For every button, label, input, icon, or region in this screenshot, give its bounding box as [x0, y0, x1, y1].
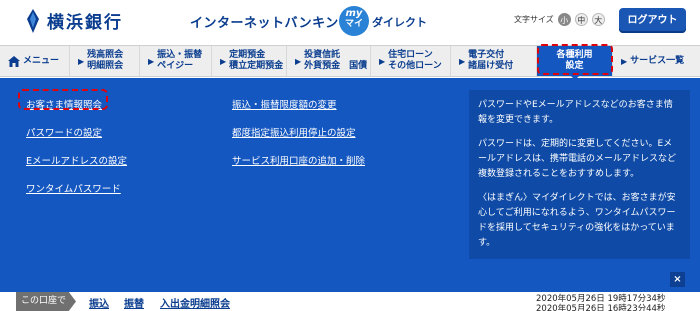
arrow-right-icon: ▶: [379, 56, 386, 66]
password-setting-link[interactable]: パスワードの設定: [26, 125, 127, 153]
account-action-bar: この口座で 振込 振替 入出金明細照会 2020年05月26日 19時17分34…: [0, 292, 700, 311]
customer-info-link[interactable]: お客さま情報照会: [26, 97, 127, 125]
nav-item-time-deposit[interactable]: ▶ 定期預金 積立定期預金: [212, 46, 287, 76]
timestamp: 2020年05月26日 16時23分44秒: [536, 304, 666, 311]
bank-logo[interactable]: 横浜銀行: [25, 8, 123, 33]
my-direct-badge: my マイ: [339, 6, 369, 36]
info-box: パスワードやEメールアドレスなどのお客さま情報を変更できます。 パスワードは、定…: [469, 90, 690, 259]
info-paragraph: 〈はまぎん〉マイダイレクトでは、お客さまが安心してご利用になれるよう、ワンタイム…: [478, 193, 676, 248]
font-size-small-button[interactable]: 小: [557, 13, 571, 26]
service-account-link[interactable]: サービス利用口座の追加・削除: [232, 153, 365, 181]
account-label: この口座で: [16, 292, 76, 311]
font-size-control: 文字サイズ 小 中 大: [514, 13, 605, 26]
email-setting-link[interactable]: Eメールアドレスの設定: [26, 153, 127, 181]
arrow-right-icon: ▶: [220, 56, 227, 66]
bank-logo-icon: [27, 8, 39, 33]
arrow-right-icon: ▶: [621, 56, 628, 66]
font-size-medium-button[interactable]: 中: [574, 13, 588, 26]
nav-item-balance[interactable]: ▶ 残高照会 明細照会: [70, 46, 140, 76]
transfer-limit-link[interactable]: 振込・振替限度額の変更: [232, 97, 365, 125]
info-paragraph: パスワードやEメールアドレスなどのお客さま情報を変更できます。: [478, 100, 673, 125]
settings-dropdown-panel: お客さま情報照会 パスワードの設定 Eメールアドレスの設定 ワンタイムパスワード…: [0, 78, 700, 292]
home-icon: [8, 55, 20, 67]
global-nav: メニュー ▶ 残高照会 明細照会 ▶ 振込・振替 ペイジー ▶ 定期預金 積立定期預金…: [0, 45, 700, 77]
nav-item-settings[interactable]: 各種利用 設定: [537, 46, 613, 76]
font-size-large-button[interactable]: 大: [591, 13, 605, 26]
transfer-link[interactable]: 振込: [89, 295, 109, 310]
service-name: インターネットバンキング: [190, 16, 353, 31]
nav-item-service-list[interactable]: ▶ サービス一覧: [613, 46, 700, 76]
logout-button[interactable]: ログアウト: [619, 8, 686, 33]
onetime-password-link[interactable]: ワンタイムパスワード: [26, 181, 127, 209]
arrow-right-icon: ▶: [295, 56, 302, 66]
close-panel-button[interactable]: ×: [670, 272, 685, 287]
nav-item-investment[interactable]: ▶ 投資信託 外貨預金 国債: [287, 46, 371, 76]
nav-item-transfer[interactable]: ▶ 振込・振替 ペイジー: [140, 46, 212, 76]
nav-item-e-delivery[interactable]: ▶ 電子交付 諸届け受付: [451, 46, 537, 76]
transfer-stop-link[interactable]: 都度指定振込利用停止の設定: [232, 125, 365, 153]
arrow-right-icon: ▶: [148, 56, 155, 66]
account-transfer-link[interactable]: 振替: [124, 295, 144, 310]
nav-item-menu[interactable]: メニュー: [0, 46, 70, 76]
settings-column-1: お客さま情報照会 パスワードの設定 Eメールアドレスの設定 ワンタイムパスワード: [26, 97, 127, 209]
header: 横浜銀行 インターネットバンキング my マイ ダイレクト 文字サイズ 小 中 …: [0, 0, 700, 40]
nav-item-loan[interactable]: ▶ 住宅ローン その他ローン: [371, 46, 451, 76]
my-direct-label: ダイレクト: [372, 16, 427, 29]
info-paragraph: パスワードは、定期的に変更してください。Eメールアドレスは、携帯電話のメールアド…: [478, 139, 677, 179]
arrow-right-icon: ▶: [78, 56, 85, 66]
statement-link[interactable]: 入出金明細照会: [160, 295, 230, 310]
settings-column-2: 振込・振替限度額の変更 都度指定振込利用停止の設定 サービス利用口座の追加・削除: [232, 97, 365, 181]
arrow-right-icon: ▶: [459, 56, 466, 66]
font-size-label: 文字サイズ: [514, 15, 554, 24]
bank-name: 横浜銀行: [47, 13, 123, 33]
